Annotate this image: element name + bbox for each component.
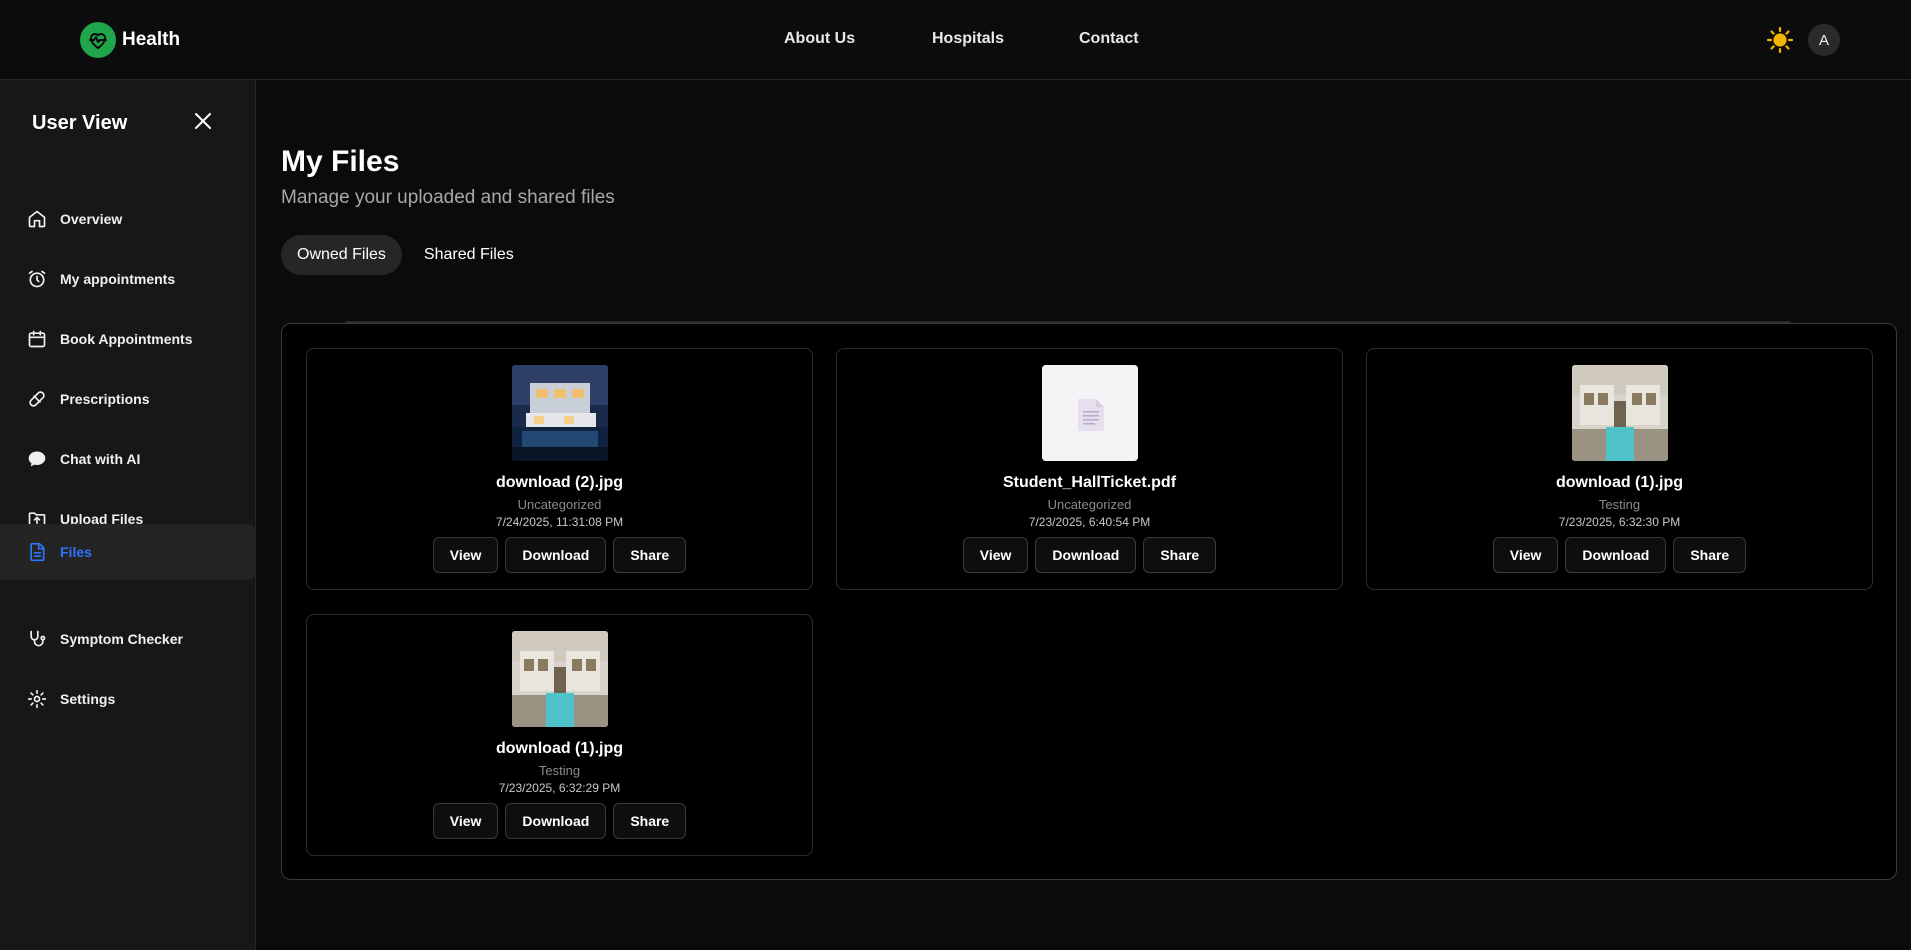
download-button[interactable]: Download [505, 537, 607, 573]
share-button[interactable]: Share [1673, 537, 1747, 573]
home-icon [28, 210, 46, 228]
sidebar-item-label: Settings [60, 691, 116, 707]
file-date: 7/23/2025, 6:32:29 PM [498, 781, 621, 795]
sidebar-item-my-appointments[interactable]: My appointments [0, 251, 256, 307]
calendar-icon [28, 330, 46, 348]
file-category: Uncategorized [1047, 497, 1132, 512]
sidebar-item-label: Files [60, 544, 92, 560]
file-tabs: Owned Files Shared Files [281, 235, 530, 275]
sidebar: User View Overview My appointments Book … [0, 80, 256, 950]
tab-owned-files[interactable]: Owned Files [281, 235, 402, 275]
file-icon [30, 542, 45, 562]
file-thumbnail[interactable] [1572, 365, 1668, 461]
pill-icon [29, 391, 45, 407]
page-subtitle: Manage your uploaded and shared files [281, 187, 615, 208]
page-title: My Files [281, 145, 400, 178]
chat-bubble-icon [28, 451, 46, 467]
tab-shared-files[interactable]: Shared Files [408, 235, 530, 275]
file-category: Testing [538, 763, 581, 778]
brand-logo[interactable]: Health [80, 21, 180, 59]
file-thumbnail[interactable] [512, 631, 608, 727]
sidebar-item-chat-with-ai[interactable]: Chat with AI [0, 431, 256, 487]
files-grid: download (2).jpg Uncategorized 7/24/2025… [281, 323, 1897, 880]
sidebar-item-label: Book Appointments [60, 331, 193, 347]
file-thumbnail[interactable] [512, 365, 608, 461]
sidebar-item-label: Chat with AI [60, 451, 141, 467]
file-card: download (1).jpg Testing 7/23/2025, 6:32… [306, 614, 813, 856]
sidebar-item-symptom-checker[interactable]: Symptom Checker [0, 611, 256, 667]
sidebar-item-label: Symptom Checker [60, 631, 183, 647]
sidebar-item-book-appointments[interactable]: Book Appointments [0, 311, 256, 367]
close-icon[interactable] [192, 110, 214, 132]
share-button[interactable]: Share [1143, 537, 1217, 573]
file-category: Uncategorized [517, 497, 602, 512]
view-button[interactable]: View [962, 537, 1029, 573]
file-name: download (2).jpg [495, 474, 624, 491]
file-name: Student_HallTicket.pdf [1002, 474, 1177, 491]
file-date: 7/24/2025, 11:31:08 PM [495, 515, 624, 529]
main-content: My Files Manage your uploaded and shared… [257, 81, 1911, 950]
heartbeat-icon [80, 22, 116, 58]
alarm-clock-icon [28, 270, 46, 288]
sidebar-item-label: Prescriptions [60, 391, 150, 407]
nav-hospitals[interactable]: Hospitals [932, 30, 1004, 48]
file-card: download (2).jpg Uncategorized 7/24/2025… [306, 348, 813, 590]
share-button[interactable]: Share [613, 803, 687, 839]
view-button[interactable]: View [1492, 537, 1559, 573]
sidebar-title: User View [32, 112, 128, 134]
gear-icon [27, 689, 47, 709]
download-button[interactable]: Download [505, 803, 607, 839]
sidebar-item-label: My appointments [60, 271, 176, 287]
file-name: download (1).jpg [495, 740, 624, 757]
stethoscope-icon [30, 630, 46, 647]
file-date: 7/23/2025, 6:40:54 PM [1028, 515, 1151, 529]
view-button[interactable]: View [432, 803, 499, 839]
sidebar-item-prescriptions[interactable]: Prescriptions [0, 371, 256, 427]
file-date: 7/23/2025, 6:32:30 PM [1558, 515, 1681, 529]
file-name: download (1).jpg [1555, 474, 1684, 491]
sidebar-item-label: Overview [60, 211, 123, 227]
nav-contact[interactable]: Contact [1079, 30, 1139, 48]
sidebar-item-settings[interactable]: Settings [0, 671, 256, 727]
document-icon[interactable] [1042, 365, 1138, 461]
file-category: Testing [1598, 497, 1641, 512]
share-button[interactable]: Share [613, 537, 687, 573]
brand-name: Health [122, 29, 181, 50]
download-button[interactable]: Download [1035, 537, 1137, 573]
download-button[interactable]: Download [1565, 537, 1667, 573]
sidebar-item-files[interactable]: Files [0, 524, 256, 580]
top-navbar: Health About Us Hospitals Contact A [0, 0, 1911, 80]
view-button[interactable]: View [432, 537, 499, 573]
sun-icon[interactable] [1766, 26, 1794, 54]
file-card: Student_HallTicket.pdf Uncategorized 7/2… [836, 348, 1343, 590]
avatar[interactable]: A [1808, 24, 1840, 56]
sidebar-item-overview[interactable]: Overview [0, 191, 256, 247]
nav-about-us[interactable]: About Us [784, 30, 855, 48]
file-card: download (1).jpg Testing 7/23/2025, 6:32… [1366, 348, 1873, 590]
